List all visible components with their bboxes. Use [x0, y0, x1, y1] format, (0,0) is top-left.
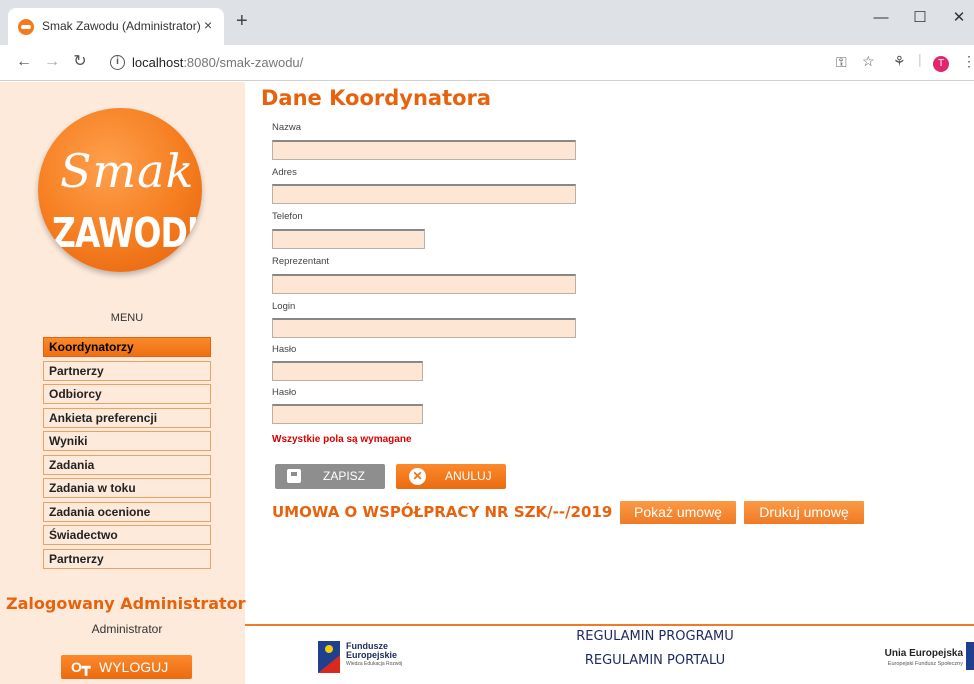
eu-logo-line2: Europejski Fundusz Społeczny [887, 661, 963, 667]
field-label-haslo-repeat: Hasło [272, 387, 297, 398]
fe-logo-line2: Europejskie [346, 650, 398, 660]
adres-input[interactable] [272, 184, 576, 204]
site-favicon-icon [18, 19, 34, 35]
menu-item-zadania[interactable]: Zadania [43, 454, 211, 475]
show-contract-button[interactable]: Pokaż umowę [620, 501, 736, 524]
key-icon: O┳ [71, 659, 91, 675]
menu-item-koordynatorzy[interactable]: Koordynatorzy [43, 337, 211, 357]
close-circle-icon: ✕ [409, 468, 426, 485]
extension-icon[interactable]: ⚘ [893, 53, 906, 70]
login-input[interactable] [272, 318, 576, 338]
field-label-nazwa: Nazwa [272, 122, 302, 133]
tab-title: Smak Zawodu (Administrator) [42, 19, 201, 33]
fe-flag-icon [318, 641, 340, 673]
logged-in-username: Administrator [91, 622, 163, 636]
menu-item-partnerzy[interactable]: Partnerzy [43, 360, 211, 381]
field-label-login: Login [272, 301, 296, 312]
sidebar: Smak ZAWODU MENU Koordynatorzy Partnerzy… [0, 82, 246, 684]
fundusze-europejskie-logo: Fundusze Europejskie Wiedza Edukacja Roz… [318, 639, 438, 679]
smak-zawodu-logo: Smak ZAWODU [38, 108, 202, 272]
tab-close-icon[interactable]: × [204, 17, 212, 33]
key-icon[interactable]: ⚿ [836, 54, 847, 71]
forward-arrow-icon[interactable]: → [42, 52, 62, 72]
reload-icon[interactable]: ↻ [70, 52, 90, 72]
menu-item-zadania-w-toku[interactable]: Zadania w toku [43, 478, 211, 498]
back-arrow-icon[interactable]: ← [14, 52, 34, 72]
haslo-repeat-input[interactable] [272, 404, 423, 424]
page-title: Dane Koordynatora [261, 86, 492, 110]
menu-item-swiadectwo[interactable]: Świadectwo [43, 525, 211, 545]
haslo-input[interactable] [272, 361, 423, 381]
menu-item-partnerzy-2[interactable]: Partnerzy [43, 548, 211, 569]
url-field[interactable]: i localhost:8080/smak-zawodu/ [104, 49, 884, 77]
nazwa-input[interactable] [272, 140, 576, 160]
cancel-label: ANULUJ [445, 469, 492, 483]
profile-avatar[interactable]: T [933, 56, 949, 72]
print-contract-button[interactable]: Drukuj umowę [744, 501, 864, 524]
eu-logo-line1: Unia Europejska [884, 648, 963, 659]
field-label-telefon: Telefon [272, 211, 303, 222]
logout-label: WYLOGUJ [99, 659, 169, 675]
browser-address-bar: ← → ↻ i localhost:8080/smak-zawodu/ ⚿ ☆ … [0, 45, 974, 81]
sidebar-menu: Koordynatorzy Partnerzy Odbiorcy Ankieta… [43, 337, 211, 572]
menu-item-wyniki[interactable]: Wyniki [43, 431, 211, 451]
menu-title: MENU [110, 312, 144, 324]
window-close-button[interactable]: ✕ [944, 6, 974, 30]
browser-tab-bar: Smak Zawodu (Administrator) × + — ☐ ✕ [0, 0, 974, 45]
required-fields-note: Wszystkie pola są wymagane [272, 434, 412, 445]
regulamin-programu-link[interactable]: REGULAMIN PROGRAMU [545, 629, 765, 644]
url-path: :8080/smak-zawodu/ [183, 55, 304, 70]
menu-item-zadania-ocenione[interactable]: Zadania ocenione [43, 501, 211, 522]
window-maximize-button[interactable]: ☐ [905, 6, 935, 30]
field-label-adres: Adres [272, 167, 297, 178]
footer-divider [245, 624, 974, 626]
logout-button[interactable]: O┳ WYLOGUJ [61, 655, 192, 679]
field-label-reprezentant: Reprezentant [272, 256, 330, 267]
bookmark-star-icon[interactable]: ☆ [862, 53, 875, 70]
site-info-icon[interactable]: i [110, 55, 125, 70]
logged-in-heading: Zalogowany Administrator [6, 594, 246, 613]
menu-item-odbiorcy[interactable]: Odbiorcy [43, 384, 211, 404]
eu-logo: Unia Europejska Europejski Fundusz Społe… [845, 648, 963, 667]
url-host: localhost [132, 55, 184, 70]
browser-menu-icon[interactable]: ⋮ [962, 53, 974, 70]
save-button[interactable]: ZAPISZ [275, 464, 385, 489]
telefon-input[interactable] [272, 229, 425, 249]
logo-smak-text: Smak [60, 144, 195, 198]
page: Smak ZAWODU MENU Koordynatorzy Partnerzy… [0, 82, 974, 684]
contract-number-text: UMOWA O WSPÓŁPRACY NR SZK/--/2019 [272, 503, 613, 521]
reprezentant-input[interactable] [272, 274, 576, 294]
fe-logo-line3: Wiedza Edukacja Rozwój [346, 661, 403, 667]
new-tab-icon[interactable]: + [236, 11, 248, 31]
window-minimize-button[interactable]: — [866, 6, 896, 30]
menu-item-ankieta-preferencji[interactable]: Ankieta preferencji [43, 407, 211, 428]
floppy-disk-icon [287, 469, 301, 483]
toolbar-divider: | [918, 51, 922, 67]
url-text: localhost:8080/smak-zawodu/ [132, 55, 303, 70]
eu-flag-icon [966, 642, 974, 670]
logo-zawodu-text: ZAWODU [52, 208, 202, 257]
browser-tab[interactable]: Smak Zawodu (Administrator) × [8, 8, 224, 45]
field-label-haslo: Hasło [272, 344, 297, 355]
regulamin-portalu-link[interactable]: REGULAMIN PORTALU [545, 653, 765, 668]
cancel-button[interactable]: ✕ ANULUJ [396, 464, 506, 489]
save-label: ZAPISZ [323, 469, 366, 483]
